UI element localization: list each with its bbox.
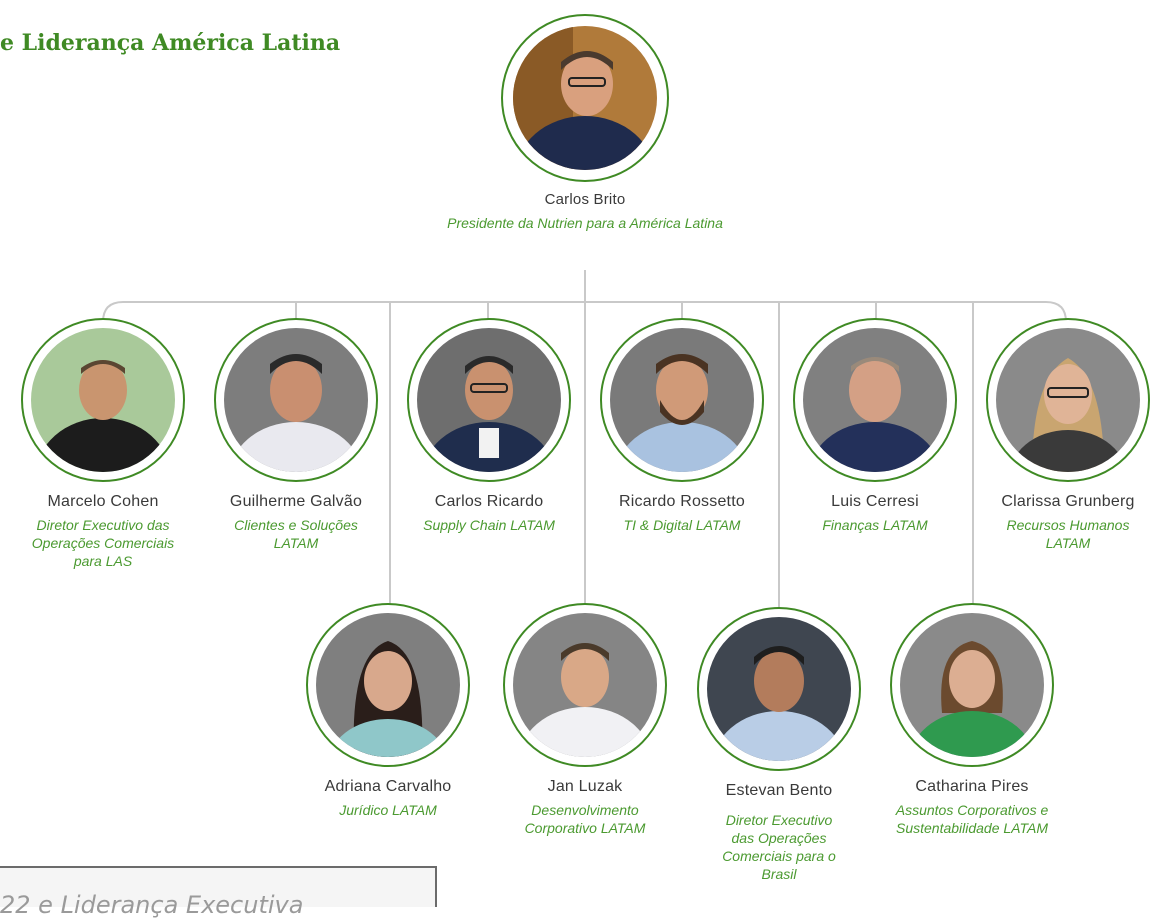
portrait-photo	[803, 328, 947, 472]
member-role: Desenvolvimento Corporativo LATAM	[524, 802, 646, 836]
member-name: Luis Cerresi	[831, 493, 919, 510]
member-name: Marcelo Cohen	[47, 493, 159, 510]
portrait-photo	[316, 613, 460, 757]
org-card-guilherme-galvao: Guilherme Galvão Clientes e Soluções LAT…	[204, 318, 388, 552]
org-card-jan-luzak: Jan Luzak Desenvolvimento Corporativo LA…	[493, 603, 677, 837]
member-role: Finanças LATAM	[822, 517, 928, 533]
org-card-marcelo-cohen: Marcelo Cohen Diretor Executivo das Oper…	[11, 318, 195, 570]
member-name: Carlos Brito	[544, 191, 626, 208]
caption-text: 22 e Liderança Executiva	[0, 891, 304, 919]
org-card-carlos-ricardo: Carlos Ricardo Supply Chain LATAM	[397, 318, 581, 534]
portrait-photo	[610, 328, 754, 472]
org-card-luis-cerresi: Luis Cerresi Finanças LATAM	[783, 318, 967, 534]
member-role: Jurídico LATAM	[339, 802, 437, 818]
portrait-frame	[407, 318, 571, 482]
org-card-clarissa-grunberg: Clarissa Grunberg Recursos Humanos LATAM	[976, 318, 1155, 552]
portrait-frame	[697, 607, 861, 771]
portrait-frame	[890, 603, 1054, 767]
member-role: Supply Chain LATAM	[423, 517, 555, 533]
portrait-photo	[31, 328, 175, 472]
member-role: Diretor Executivo das Operações Comercia…	[722, 812, 836, 882]
member-name: Catharina Pires	[915, 778, 1029, 795]
portrait-photo	[996, 328, 1140, 472]
org-card-ricardo-rossetto: Ricardo Rossetto TI & Digital LATAM	[590, 318, 774, 534]
portrait-frame	[793, 318, 957, 482]
member-name: Ricardo Rossetto	[619, 493, 745, 510]
member-name: Carlos Ricardo	[434, 493, 544, 510]
member-role: TI & Digital LATAM	[623, 517, 741, 533]
portrait-frame	[986, 318, 1150, 482]
member-name: Adriana Carvalho	[324, 778, 452, 795]
member-role: Recursos Humanos LATAM	[1006, 517, 1130, 551]
portrait-frame	[214, 318, 378, 482]
portrait-photo	[513, 26, 657, 170]
org-card-estevan-bento: Estevan Bento Diretor Executivo das Oper…	[687, 603, 871, 883]
portrait-photo	[513, 613, 657, 757]
portrait-frame	[306, 603, 470, 767]
member-role: Clientes e Soluções LATAM	[234, 517, 358, 551]
org-card-catharina-pires: Catharina Pires Assuntos Corporativos e …	[880, 603, 1064, 837]
portrait-frame	[503, 603, 667, 767]
portrait-frame	[501, 14, 669, 182]
member-name: Jan Luzak	[547, 778, 623, 795]
portrait-photo	[707, 617, 851, 761]
portrait-photo	[417, 328, 561, 472]
portrait-photo	[224, 328, 368, 472]
org-card-ceo: Carlos Brito Presidente da Nutrien para …	[447, 14, 723, 232]
member-role: Diretor Executivo das Operações Comercia…	[31, 517, 175, 569]
member-name: Estevan Bento	[725, 782, 833, 799]
member-role: Assuntos Corporativos e Sustentabilidade…	[895, 802, 1049, 836]
org-card-adriana-carvalho: Adriana Carvalho Jurídico LATAM	[296, 603, 480, 819]
member-name: Clarissa Grunberg	[1001, 493, 1135, 510]
portrait-frame	[21, 318, 185, 482]
portrait-photo	[900, 613, 1044, 757]
portrait-frame	[600, 318, 764, 482]
member-role: Presidente da Nutrien para a América Lat…	[447, 215, 723, 231]
member-name: Guilherme Galvão	[229, 493, 363, 510]
